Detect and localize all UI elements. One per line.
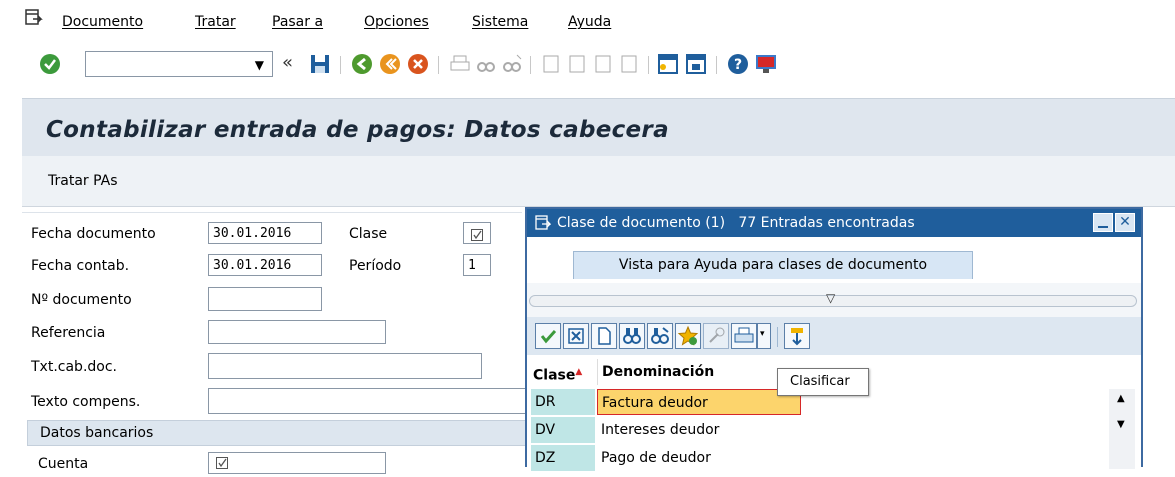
new-session-icon[interactable] bbox=[656, 52, 680, 76]
sort-icon[interactable] bbox=[784, 323, 810, 349]
enter-check-icon[interactable] bbox=[38, 52, 62, 76]
new-document-icon[interactable] bbox=[591, 323, 617, 349]
cancel-icon[interactable] bbox=[406, 52, 430, 76]
f4-help-icon[interactable] bbox=[216, 455, 228, 469]
tab-vista-ayuda[interactable]: Vista para Ayuda para clases de document… bbox=[573, 251, 973, 279]
menu-tratar[interactable]: Tratar bbox=[195, 14, 236, 30]
cuenta-field[interactable] bbox=[208, 452, 386, 474]
cuenta-label: Cuenta bbox=[38, 456, 89, 472]
shortcut-icon[interactable] bbox=[684, 52, 708, 76]
exit-icon[interactable] bbox=[378, 52, 402, 76]
clase-label: Clase bbox=[349, 226, 388, 242]
txt-cab-doc-label: Txt.cab.doc. bbox=[31, 359, 117, 375]
close-button[interactable]: ✕ bbox=[1115, 213, 1135, 232]
fecha-documento-field[interactable]: 30.01.2016 bbox=[208, 222, 322, 244]
dialog-entry-count: 77 Entradas encontradas bbox=[738, 215, 915, 231]
table-cell-denominacion[interactable]: Pago de deudor bbox=[597, 445, 801, 471]
customize-layout-icon[interactable] bbox=[754, 52, 778, 76]
txt-cab-doc-field[interactable] bbox=[208, 353, 482, 379]
vertical-scrollbar[interactable]: ▲ ▼ bbox=[1109, 389, 1135, 469]
save-icon[interactable] bbox=[308, 52, 332, 76]
periodo-field[interactable]: 1 bbox=[463, 254, 491, 276]
page-title: Contabilizar entrada de pagos: Datos cab… bbox=[46, 117, 669, 143]
referencia-field[interactable] bbox=[208, 320, 386, 344]
command-field[interactable]: ▼ bbox=[85, 51, 273, 77]
table-cell-clase[interactable]: DZ bbox=[531, 445, 595, 471]
referencia-label: Referencia bbox=[31, 325, 106, 341]
menu-documento[interactable]: Documento bbox=[62, 14, 143, 30]
add-favorite-icon[interactable] bbox=[675, 323, 701, 349]
dialog-title-bar[interactable]: Clase de documento (1) 77 Entradas encon… bbox=[527, 209, 1141, 237]
table-cell-clase[interactable]: DR bbox=[531, 389, 595, 415]
previous-page-icon bbox=[566, 52, 590, 76]
table-cell-clase[interactable]: DV bbox=[531, 417, 595, 443]
application-toolbar: Tratar PAs bbox=[22, 156, 1175, 207]
next-page-icon bbox=[592, 52, 616, 76]
datos-bancarios-header: Datos bancarios bbox=[40, 425, 154, 441]
fecha-contab-field[interactable]: 30.01.2016 bbox=[208, 254, 322, 276]
restrictions-collapse-bar[interactable]: ▽ bbox=[529, 291, 1137, 307]
menu-pasar-a[interactable]: Pasar a bbox=[272, 14, 323, 30]
scroll-up-icon[interactable]: ▲ bbox=[1117, 393, 1125, 404]
print-icon[interactable] bbox=[731, 323, 757, 349]
menu-icon[interactable] bbox=[25, 9, 43, 27]
title-area: Contabilizar entrada de pagos: Datos cab… bbox=[22, 98, 1175, 157]
fecha-documento-label: Fecha documento bbox=[31, 226, 156, 242]
menu-bar: Documento Tratar Pasar a Opciones Sistem… bbox=[0, 0, 1175, 42]
svg-text:?: ? bbox=[734, 57, 742, 73]
find-icon bbox=[474, 52, 498, 76]
scroll-down-icon[interactable]: ▼ bbox=[1117, 419, 1125, 430]
table-cell-denominacion[interactable]: Intereses deudor bbox=[597, 417, 801, 443]
tooltip: Clasificar bbox=[777, 368, 869, 396]
fecha-contab-label: Fecha contab. bbox=[31, 258, 130, 274]
clase-field[interactable] bbox=[463, 222, 491, 244]
chevron-down-icon[interactable]: ▼ bbox=[255, 58, 264, 72]
help-icon[interactable]: ? bbox=[726, 52, 750, 76]
information-icon bbox=[703, 323, 729, 349]
tratar-pas-button[interactable]: Tratar PAs bbox=[48, 173, 118, 189]
dialog-tabstrip: Vista para Ayuda para clases de document… bbox=[527, 237, 1141, 283]
column-header-clase[interactable]: Clase▲ bbox=[533, 359, 582, 385]
print-icon bbox=[448, 52, 472, 76]
texto-compens-field[interactable] bbox=[208, 388, 528, 414]
chevron-down-icon[interactable]: ▽ bbox=[826, 291, 835, 305]
tooltip-text: Clasificar bbox=[790, 374, 850, 389]
no-documento-label: Nº documento bbox=[31, 292, 132, 308]
dialog-title: Clase de documento (1) 77 Entradas encon… bbox=[557, 215, 915, 231]
column-header-denominacion[interactable]: Denominación bbox=[597, 359, 801, 385]
f4-help-icon[interactable] bbox=[471, 227, 483, 241]
search-help-dialog: Clase de documento (1) 77 Entradas encon… bbox=[525, 207, 1143, 471]
minimize-button[interactable] bbox=[1093, 213, 1113, 232]
table-cell-denominacion[interactable]: Factura deudor bbox=[597, 389, 801, 415]
dialog-menu-icon[interactable] bbox=[535, 215, 552, 231]
no-documento-field[interactable] bbox=[208, 287, 322, 311]
find-next-icon bbox=[500, 52, 524, 76]
back-icon[interactable] bbox=[350, 52, 374, 76]
first-page-icon bbox=[540, 52, 564, 76]
menu-opciones[interactable]: Opciones bbox=[364, 14, 429, 30]
menu-ayuda[interactable]: Ayuda bbox=[568, 14, 611, 30]
find-next-icon[interactable] bbox=[647, 323, 673, 349]
texto-compens-label: Texto compens. bbox=[31, 394, 141, 410]
double-left-icon[interactable]: « bbox=[282, 52, 306, 76]
standard-toolbar: ▼ « ? bbox=[0, 42, 1175, 92]
print-menu-chevron-icon[interactable]: ▾ bbox=[757, 323, 771, 349]
last-page-icon bbox=[618, 52, 642, 76]
dialog-toolbar: ▾ bbox=[527, 317, 1141, 355]
datos-bancarios-section: Datos bancarios bbox=[27, 420, 527, 446]
menu-sistema[interactable]: Sistema bbox=[472, 14, 528, 30]
cancel-button[interactable] bbox=[563, 323, 589, 349]
periodo-label: Período bbox=[349, 258, 402, 274]
accept-button[interactable] bbox=[535, 323, 561, 349]
find-icon[interactable] bbox=[619, 323, 645, 349]
